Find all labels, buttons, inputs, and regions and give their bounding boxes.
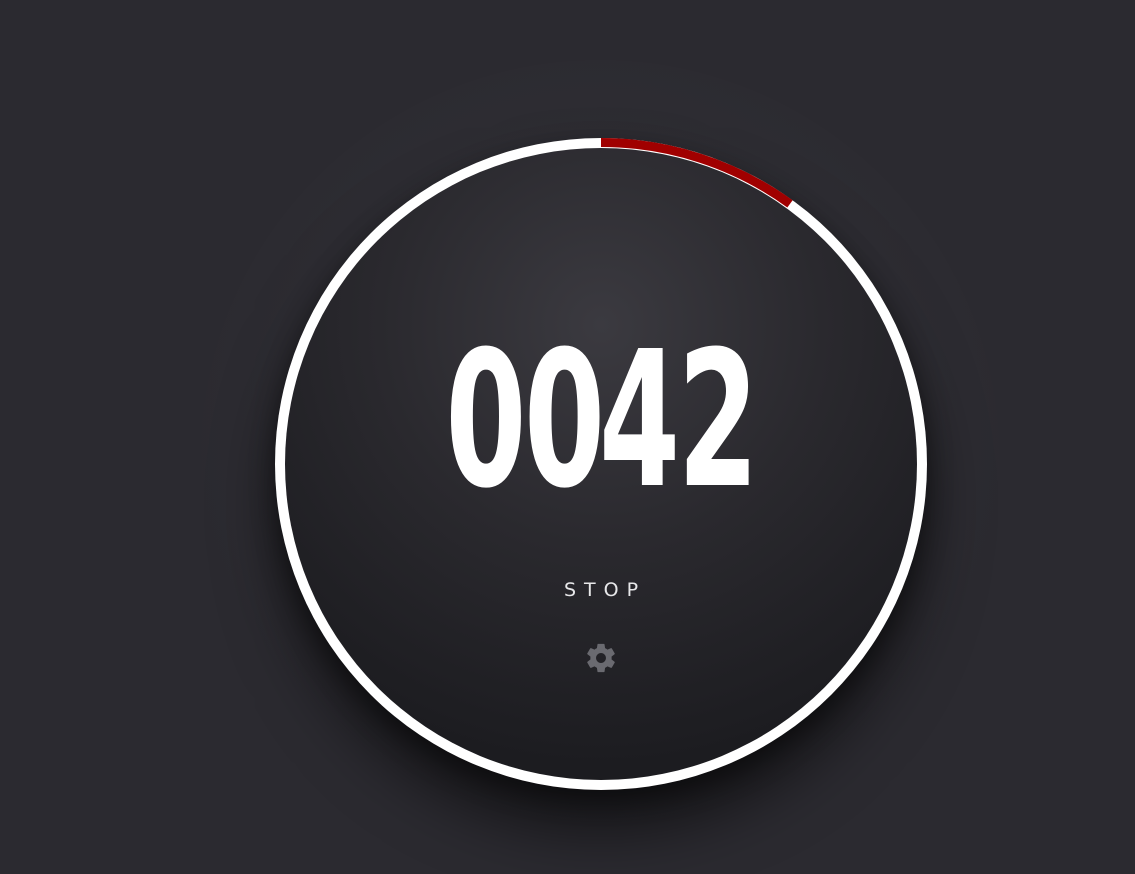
timer-face: 00 42 STOP — [285, 148, 917, 780]
seconds-value: 42 — [599, 311, 759, 530]
separator-dot-top — [591, 409, 598, 416]
timer-dial: 00 42 STOP — [275, 138, 927, 790]
time-display: 00 42 — [285, 311, 917, 530]
minutes-value: 00 — [445, 311, 606, 530]
settings-button[interactable] — [579, 636, 623, 680]
separator-dot-bottom — [591, 430, 598, 437]
gear-icon — [587, 643, 615, 673]
stop-button[interactable]: STOP — [511, 568, 691, 612]
